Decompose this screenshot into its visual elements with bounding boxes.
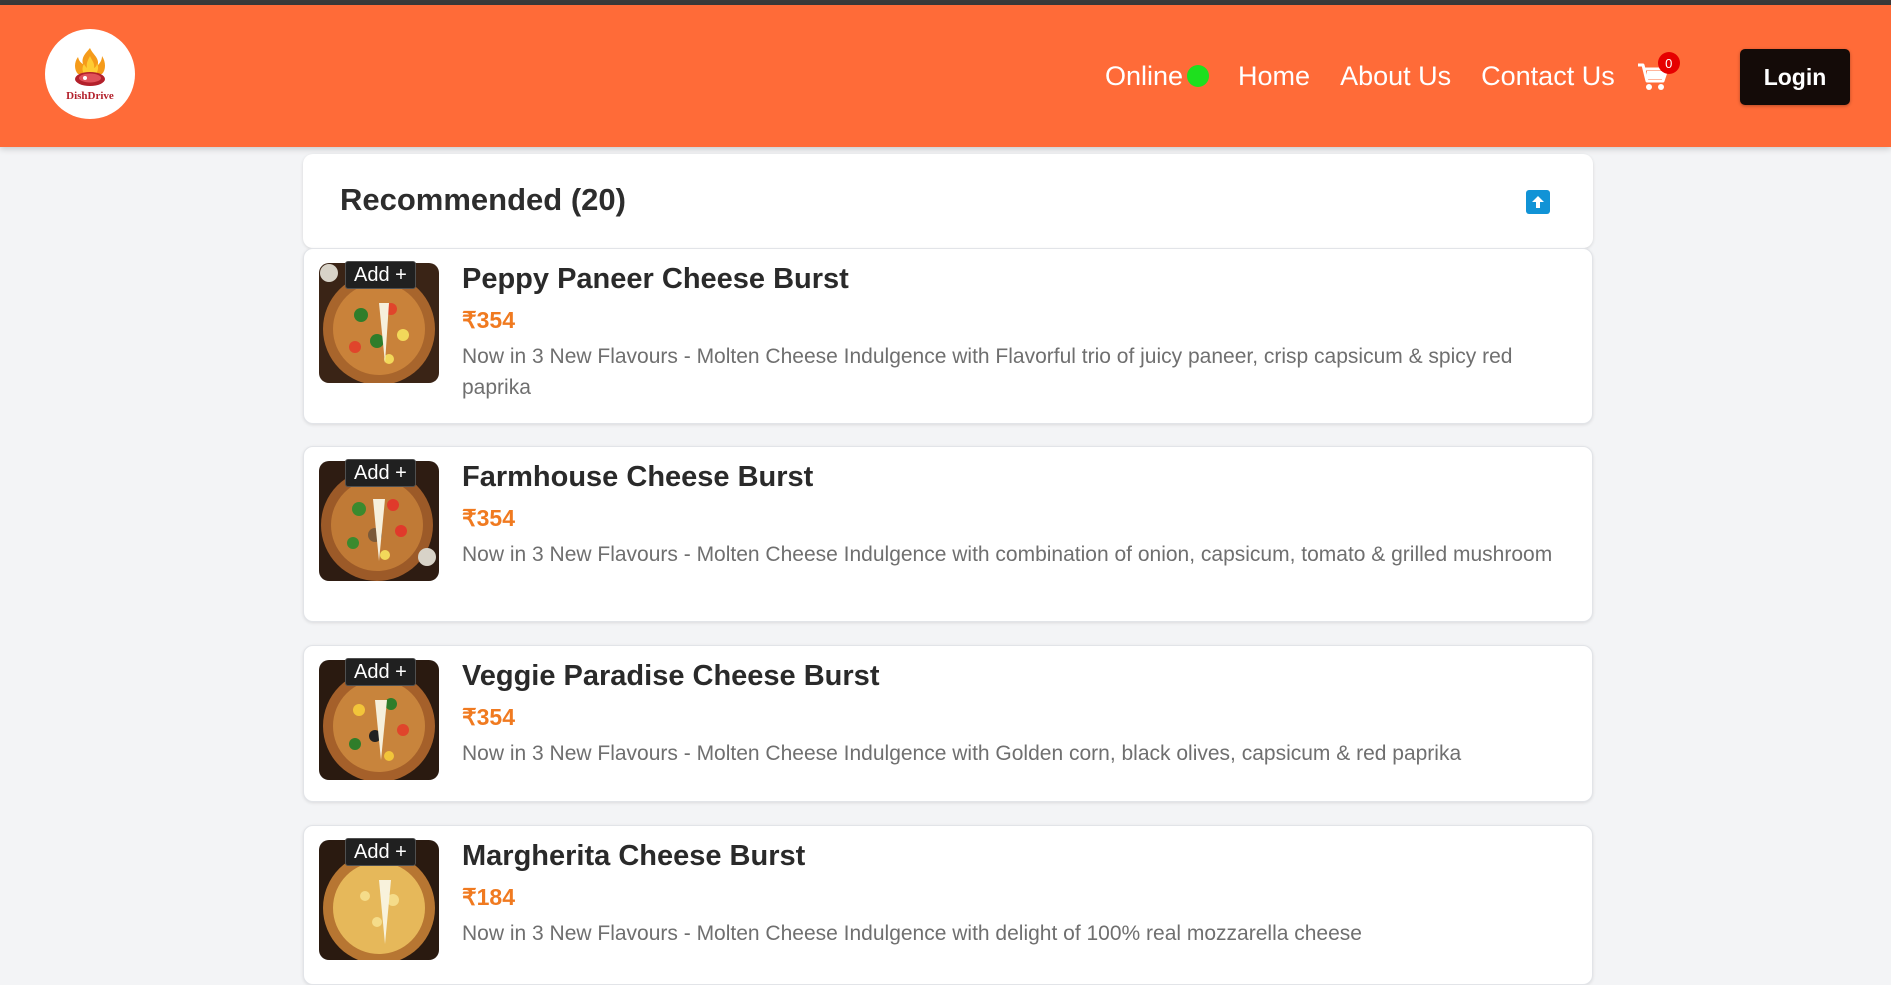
online-label: Online [1105, 60, 1184, 91]
section-title: Recommended (20) [340, 182, 626, 217]
nav-contact-link[interactable]: Contact Us [1481, 61, 1615, 92]
nav-about-link[interactable]: About Us [1340, 61, 1451, 92]
add-to-cart-button[interactable]: Add + [345, 658, 416, 686]
add-to-cart-button[interactable]: Add + [345, 261, 416, 289]
scroll-top-button[interactable] [1526, 190, 1550, 214]
menu-item-card: Add + Farmhouse Cheese Burst ₹354 Now in… [303, 446, 1593, 622]
add-to-cart-button[interactable]: Add + [345, 838, 416, 866]
item-name: Veggie Paradise Cheese Burst [462, 660, 880, 692]
recommended-section-header: Recommended (20) [303, 154, 1593, 248]
item-price: ₹354 [462, 704, 516, 730]
menu-item-card: Add + Margherita Cheese Burst ₹184 Now i… [303, 825, 1593, 985]
item-price: ₹354 [462, 505, 516, 531]
online-status: Online [1105, 60, 1210, 92]
main-nav: Online Home About Us Contact Us 0 [1105, 5, 1680, 147]
site-header: DishDrive Online Home About Us Contact U… [0, 5, 1891, 147]
nav-home-link[interactable]: Home [1238, 61, 1310, 92]
item-name: Peppy Paneer Cheese Burst [462, 263, 849, 295]
online-indicator-dot [1187, 65, 1210, 87]
item-description: Now in 3 New Flavours - Molten Cheese In… [462, 543, 1553, 566]
logo-text: DishDrive [66, 90, 114, 102]
item-price: ₹184 [462, 884, 516, 910]
item-description: Now in 3 New Flavours - Molten Cheese In… [462, 345, 1513, 399]
logo[interactable]: DishDrive [45, 29, 135, 119]
menu-item-card: Add + Veggie Paradise Cheese Burst ₹354 … [303, 645, 1593, 802]
item-name: Farmhouse Cheese Burst [462, 461, 814, 493]
cart-button[interactable]: 0 [1635, 52, 1680, 96]
login-button[interactable]: Login [1740, 49, 1850, 105]
cart-count-badge: 0 [1657, 52, 1680, 74]
menu-item-card: Add + Peppy Paneer Cheese Burst ₹354 Now… [303, 248, 1593, 424]
item-price: ₹354 [462, 307, 516, 333]
item-description: Now in 3 New Flavours - Molten Cheese In… [462, 922, 1362, 945]
arrow-up-icon [1532, 196, 1544, 208]
add-to-cart-button[interactable]: Add + [345, 459, 416, 487]
flame-steak-icon [75, 48, 105, 86]
item-description: Now in 3 New Flavours - Molten Cheese In… [462, 742, 1462, 765]
item-name: Margherita Cheese Burst [462, 840, 806, 872]
